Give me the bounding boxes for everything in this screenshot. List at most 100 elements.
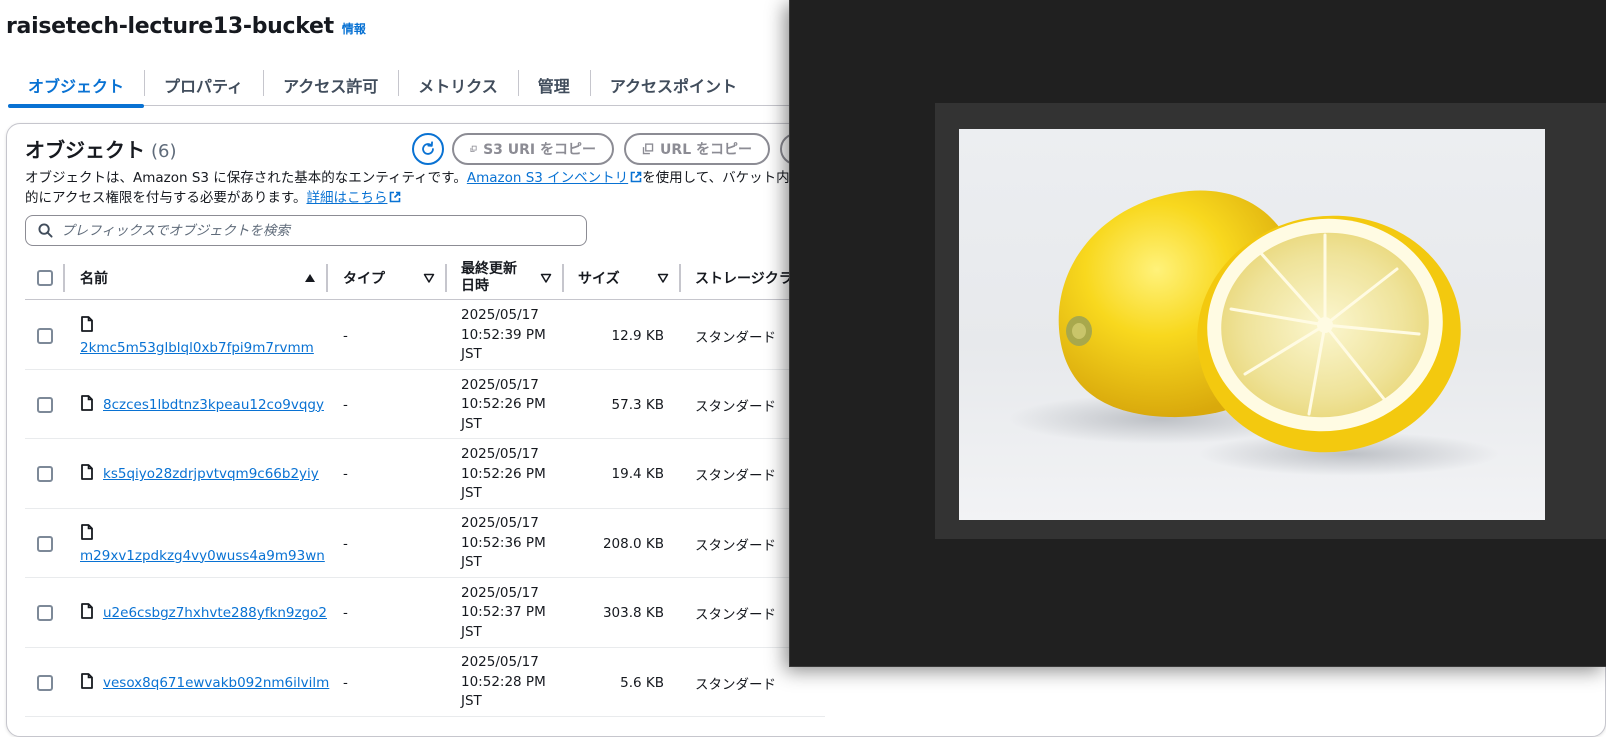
row-checkbox[interactable] xyxy=(37,674,53,691)
inventory-link-label: Amazon S3 インベントリ xyxy=(466,170,629,186)
objects-header: オブジェクト (6) xyxy=(25,134,177,163)
modified-date: 2025/05/17 xyxy=(461,307,539,324)
external-link-icon xyxy=(390,191,401,203)
copy-s3-uri-label: S3 URI をコピー xyxy=(483,142,596,158)
details-link[interactable]: 詳細はこちら xyxy=(306,190,401,206)
modified-timezone: JST xyxy=(461,693,482,710)
size-cell: 5.6 KB xyxy=(620,674,664,691)
bucket-tabs: オブジェクト プロパティ アクセス許可 メトリクス 管理 アクセスポイント xyxy=(8,64,828,108)
s3-console: raisetech-lecture13-bucket 情報 オブジェクト プロパ… xyxy=(0,0,1606,737)
modified-time: 10:52:28 PM xyxy=(461,673,546,690)
column-last-modified[interactable]: 最終更新 日時 xyxy=(461,256,564,300)
tab-access-points[interactable]: アクセスポイント xyxy=(589,64,757,106)
last-modified-cell: 2025/05/17 10:52:26 PM JST xyxy=(461,370,546,439)
row-select-cell xyxy=(37,648,53,717)
type-cell: - xyxy=(343,327,348,344)
modified-timezone: JST xyxy=(461,554,482,571)
type-cell: - xyxy=(343,396,348,413)
object-name-link[interactable]: ks5qiyo28zdrjpvtvqm9c66b2yiy xyxy=(103,466,319,482)
table-row[interactable]: vesox8q671ewvakb092nm6ilvilm - 2025/05/1… xyxy=(25,648,825,717)
column-modified-label-1: 最終更新 xyxy=(461,261,517,277)
row-checkbox[interactable] xyxy=(37,466,53,483)
copy-s3-uri-button[interactable]: S3 URI をコピー xyxy=(452,133,614,165)
modified-date: 2025/05/17 xyxy=(461,584,539,601)
modified-date: 2025/05/17 xyxy=(461,446,539,463)
inventory-link[interactable]: Amazon S3 インベントリ xyxy=(467,170,642,186)
object-name-link[interactable]: vesox8q671ewvakb092nm6ilvilm xyxy=(103,675,329,691)
name-cell: u2e6csbgz7hxhvte288yfkn9zgo2 xyxy=(80,579,327,648)
name-cell: m29xv1zpdkzg4vy0wuss4a9m93wn xyxy=(80,509,325,578)
modified-time: 10:52:39 PM xyxy=(461,326,546,343)
copy-url-button[interactable]: URL をコピー xyxy=(624,133,770,165)
object-search xyxy=(25,215,587,246)
objects-title: オブジェクト xyxy=(25,138,145,162)
modified-date: 2025/05/17 xyxy=(461,515,539,532)
object-name-link[interactable]: 8czces1lbdtnz3kpeau12co9vqgy xyxy=(103,397,324,413)
type-cell: - xyxy=(343,674,348,691)
object-name-link[interactable]: 2kmc5m53glblql0xb7fpi9m7rvmm xyxy=(80,340,314,356)
column-size[interactable]: サイズ xyxy=(578,256,681,300)
row-select-cell xyxy=(37,579,53,648)
name-cell: ks5qiyo28zdrjpvtvqm9c66b2yiy xyxy=(80,440,319,509)
bucket-name: raisetech-lecture13-bucket xyxy=(6,14,334,39)
table-row[interactable]: u2e6csbgz7hxhvte288yfkn9zgo2 - 2025/05/1… xyxy=(25,579,825,648)
file-icon xyxy=(80,523,325,544)
column-name[interactable]: 名前 xyxy=(80,256,328,300)
modified-timezone: JST xyxy=(461,415,482,432)
object-name-link[interactable]: m29xv1zpdkzg4vy0wuss4a9m93wn xyxy=(80,548,325,564)
type-cell: - xyxy=(343,466,348,483)
column-type[interactable]: タイプ xyxy=(343,256,447,300)
size-cell: 12.9 KB xyxy=(611,327,664,344)
file-icon xyxy=(80,603,94,623)
info-link[interactable]: 情報 xyxy=(342,20,366,37)
column-size-label: サイズ xyxy=(578,271,620,287)
image-preview-frame xyxy=(935,103,1606,539)
table-row[interactable]: ks5qiyo28zdrjpvtvqm9c66b2yiy - 2025/05/1… xyxy=(25,440,825,509)
objects-description: オブジェクトは、Amazon S3 に保存された基本的なエンティティです。Ama… xyxy=(25,168,825,208)
refresh-icon xyxy=(422,141,434,155)
storage-class-cell: スタンダード xyxy=(695,676,776,693)
file-icon xyxy=(80,315,314,336)
objects-count: (6) xyxy=(151,141,177,162)
name-cell: 8czces1lbdtnz3kpeau12co9vqgy xyxy=(80,370,324,439)
last-modified-cell: 2025/05/17 10:52:26 PM JST xyxy=(461,440,546,509)
tab-properties[interactable]: プロパティ xyxy=(144,64,263,106)
modified-timezone: JST xyxy=(461,623,482,640)
modified-time: 10:52:36 PM xyxy=(461,534,546,551)
table-header: 名前 タイプ 最終更新 日時 サイズ ストレージクラ xyxy=(25,256,825,300)
tab-metrics[interactable]: メトリクス xyxy=(398,64,518,106)
sort-caret-icon xyxy=(657,273,669,283)
lemon-illustration xyxy=(1009,190,1499,476)
search-input[interactable] xyxy=(61,222,561,239)
header-separator xyxy=(63,256,65,300)
last-modified-cell: 2025/05/17 10:52:37 PM JST xyxy=(461,579,546,648)
row-select-cell xyxy=(37,301,53,370)
size-cell: 208.0 KB xyxy=(602,535,664,552)
tab-permissions[interactable]: アクセス許可 xyxy=(263,64,398,106)
file-icon xyxy=(80,394,94,415)
sort-caret-icon xyxy=(540,273,552,283)
details-link-label: 詳細はこちら xyxy=(306,190,388,206)
modified-date: 2025/05/17 xyxy=(461,376,539,393)
copy-icon xyxy=(470,145,477,153)
tab-management[interactable]: 管理 xyxy=(517,64,590,106)
search-icon xyxy=(38,223,53,238)
object-name-link[interactable]: u2e6csbgz7hxhvte288yfkn9zgo2 xyxy=(103,605,327,621)
table-row[interactable]: 8czces1lbdtnz3kpeau12co9vqgy - 2025/05/1… xyxy=(25,370,825,440)
table-row[interactable]: m29xv1zpdkzg4vy0wuss4a9m93wn - 2025/05/1… xyxy=(25,509,825,579)
modified-time: 10:52:26 PM xyxy=(461,465,546,482)
refresh-button[interactable] xyxy=(412,133,444,165)
tab-objects[interactable]: オブジェクト xyxy=(8,64,145,108)
row-checkbox[interactable] xyxy=(37,535,53,552)
row-checkbox[interactable] xyxy=(37,605,53,622)
row-checkbox[interactable] xyxy=(37,327,53,344)
select-all-checkbox[interactable] xyxy=(37,270,53,286)
type-cell: - xyxy=(343,535,348,552)
select-all-cell xyxy=(37,256,53,300)
file-icon xyxy=(80,672,94,693)
external-link-icon xyxy=(630,171,642,183)
last-modified-cell: 2025/05/17 10:52:39 PM JST xyxy=(461,301,546,370)
row-checkbox[interactable] xyxy=(37,396,53,413)
table-row[interactable]: 2kmc5m53glblql0xb7fpi9m7rvmm - 2025/05/1… xyxy=(25,301,825,370)
modified-time: 10:52:37 PM xyxy=(461,604,546,621)
